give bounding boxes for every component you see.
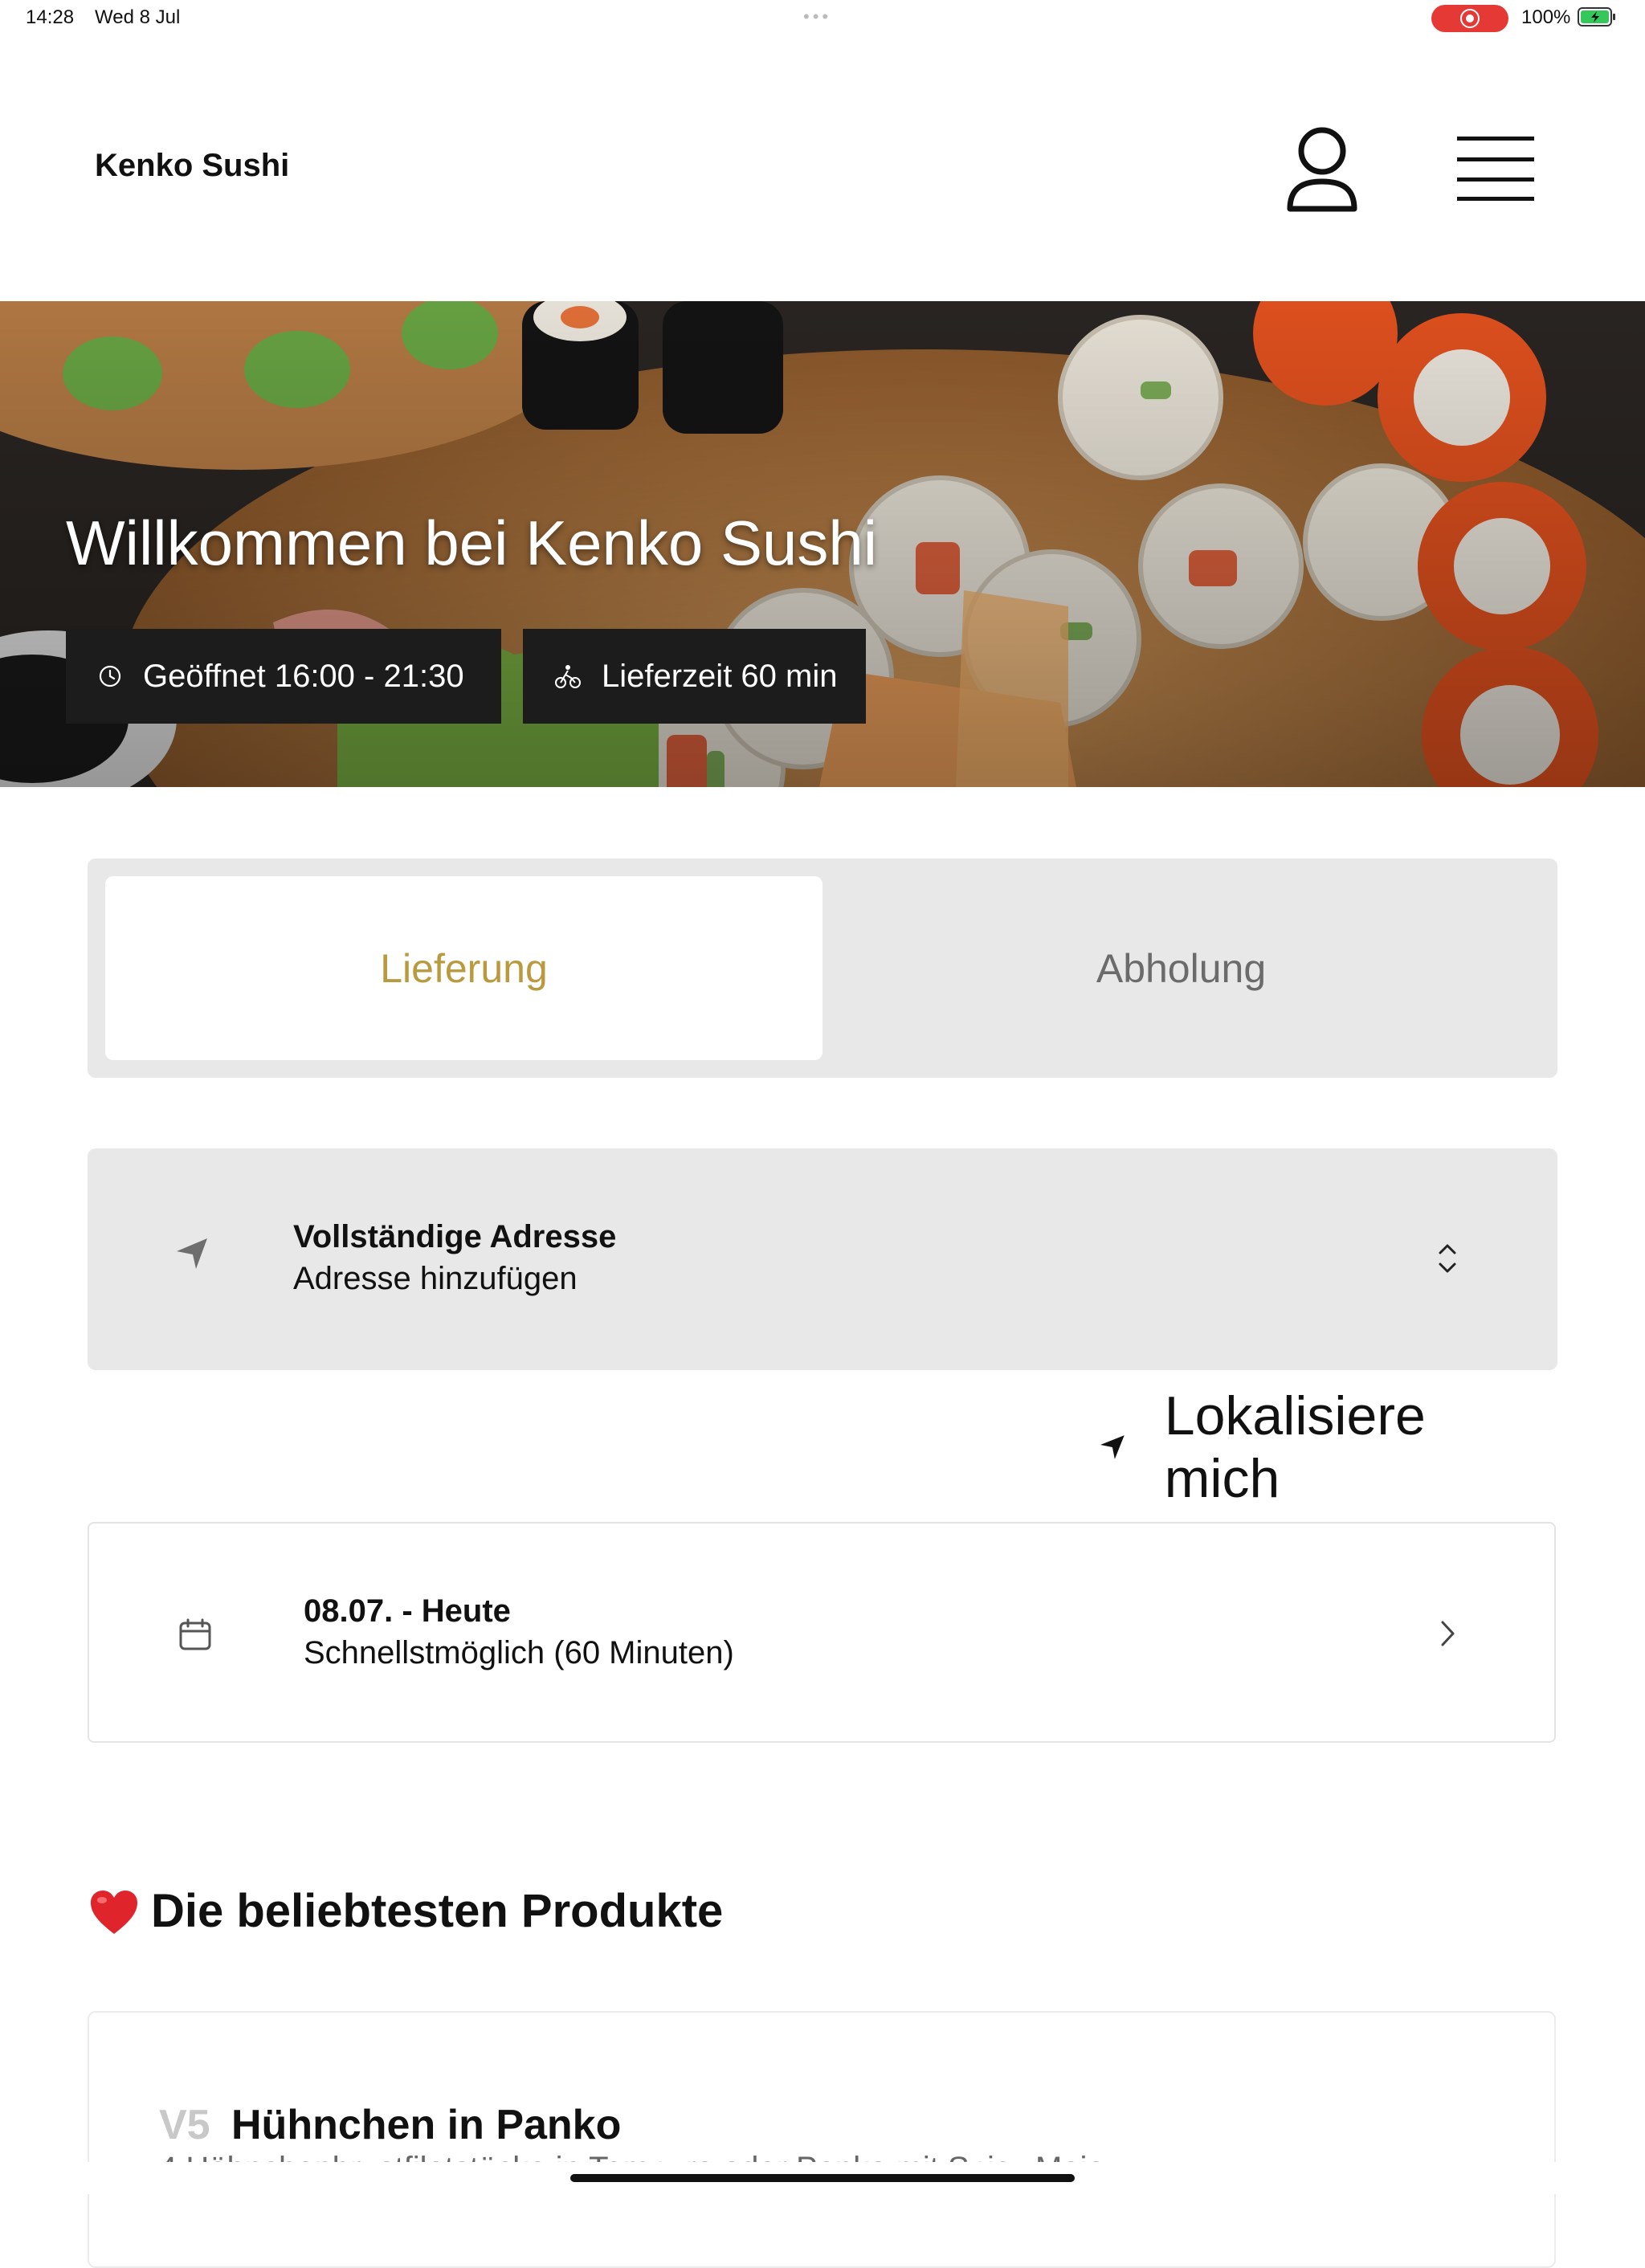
location-arrow-icon [177,1238,207,1269]
delivery-time-badge: Lieferzeit 60 min [523,629,866,724]
section-title: Die beliebtesten Produkte [151,1885,724,1937]
location-arrow-icon [1100,1435,1125,1459]
address-selector[interactable] [88,1148,1557,1370]
product-name: Hühnchen in Panko [231,2102,622,2148]
bicycle-courier-icon [555,665,581,688]
hero-banner: Willkommen bei Kenko Sushi Geöffnet 16:0… [0,301,1645,787]
calendar-icon [179,1618,211,1650]
hero-title: Willkommen bei Kenko Sushi [66,508,878,578]
status-date: Wed 8 Jul [95,6,181,28]
delivery-time-text: Lieferzeit 60 min [602,658,838,694]
chevron-right-icon [1441,1621,1455,1646]
user-account-icon[interactable] [1285,125,1359,215]
delivery-slot: Schnellstmöglich (60 Minuten) [304,1635,734,1670]
battery-percentage: 100% [1521,6,1571,28]
tab-pickup[interactable]: Abholung [822,876,1540,1060]
status-time: 14:28 [26,6,75,28]
chevron-up-down-icon [1439,1244,1456,1273]
address-title: Vollständige Adresse [293,1219,617,1254]
screen-recording-indicator[interactable] [1431,5,1508,32]
home-indicator[interactable] [570,2174,1075,2182]
clock-icon [99,665,121,687]
brand-name[interactable]: Kenko Sushi [95,148,289,184]
delivery-time-selector[interactable] [88,1522,1556,1743]
heart-icon [91,1891,137,1934]
locate-me-button[interactable]: Lokalisiere mich [1099,1385,1553,1509]
address-placeholder: Adresse hinzufügen [293,1261,578,1296]
locate-me-label: Lokalisiere mich [1164,1385,1426,1509]
product-code: V5 [159,2102,210,2148]
hamburger-menu-icon[interactable] [1455,135,1536,202]
multitasking-dots[interactable]: ••• [803,6,831,27]
opening-hours-badge: Geöffnet 16:00 - 21:30 [66,629,501,724]
delivery-date: 08.07. - Heute [304,1593,511,1629]
tab-delivery[interactable]: Lieferung [105,876,822,1060]
opening-hours-text: Geöffnet 16:00 - 21:30 [143,658,464,694]
battery-charging-icon [1578,7,1615,27]
